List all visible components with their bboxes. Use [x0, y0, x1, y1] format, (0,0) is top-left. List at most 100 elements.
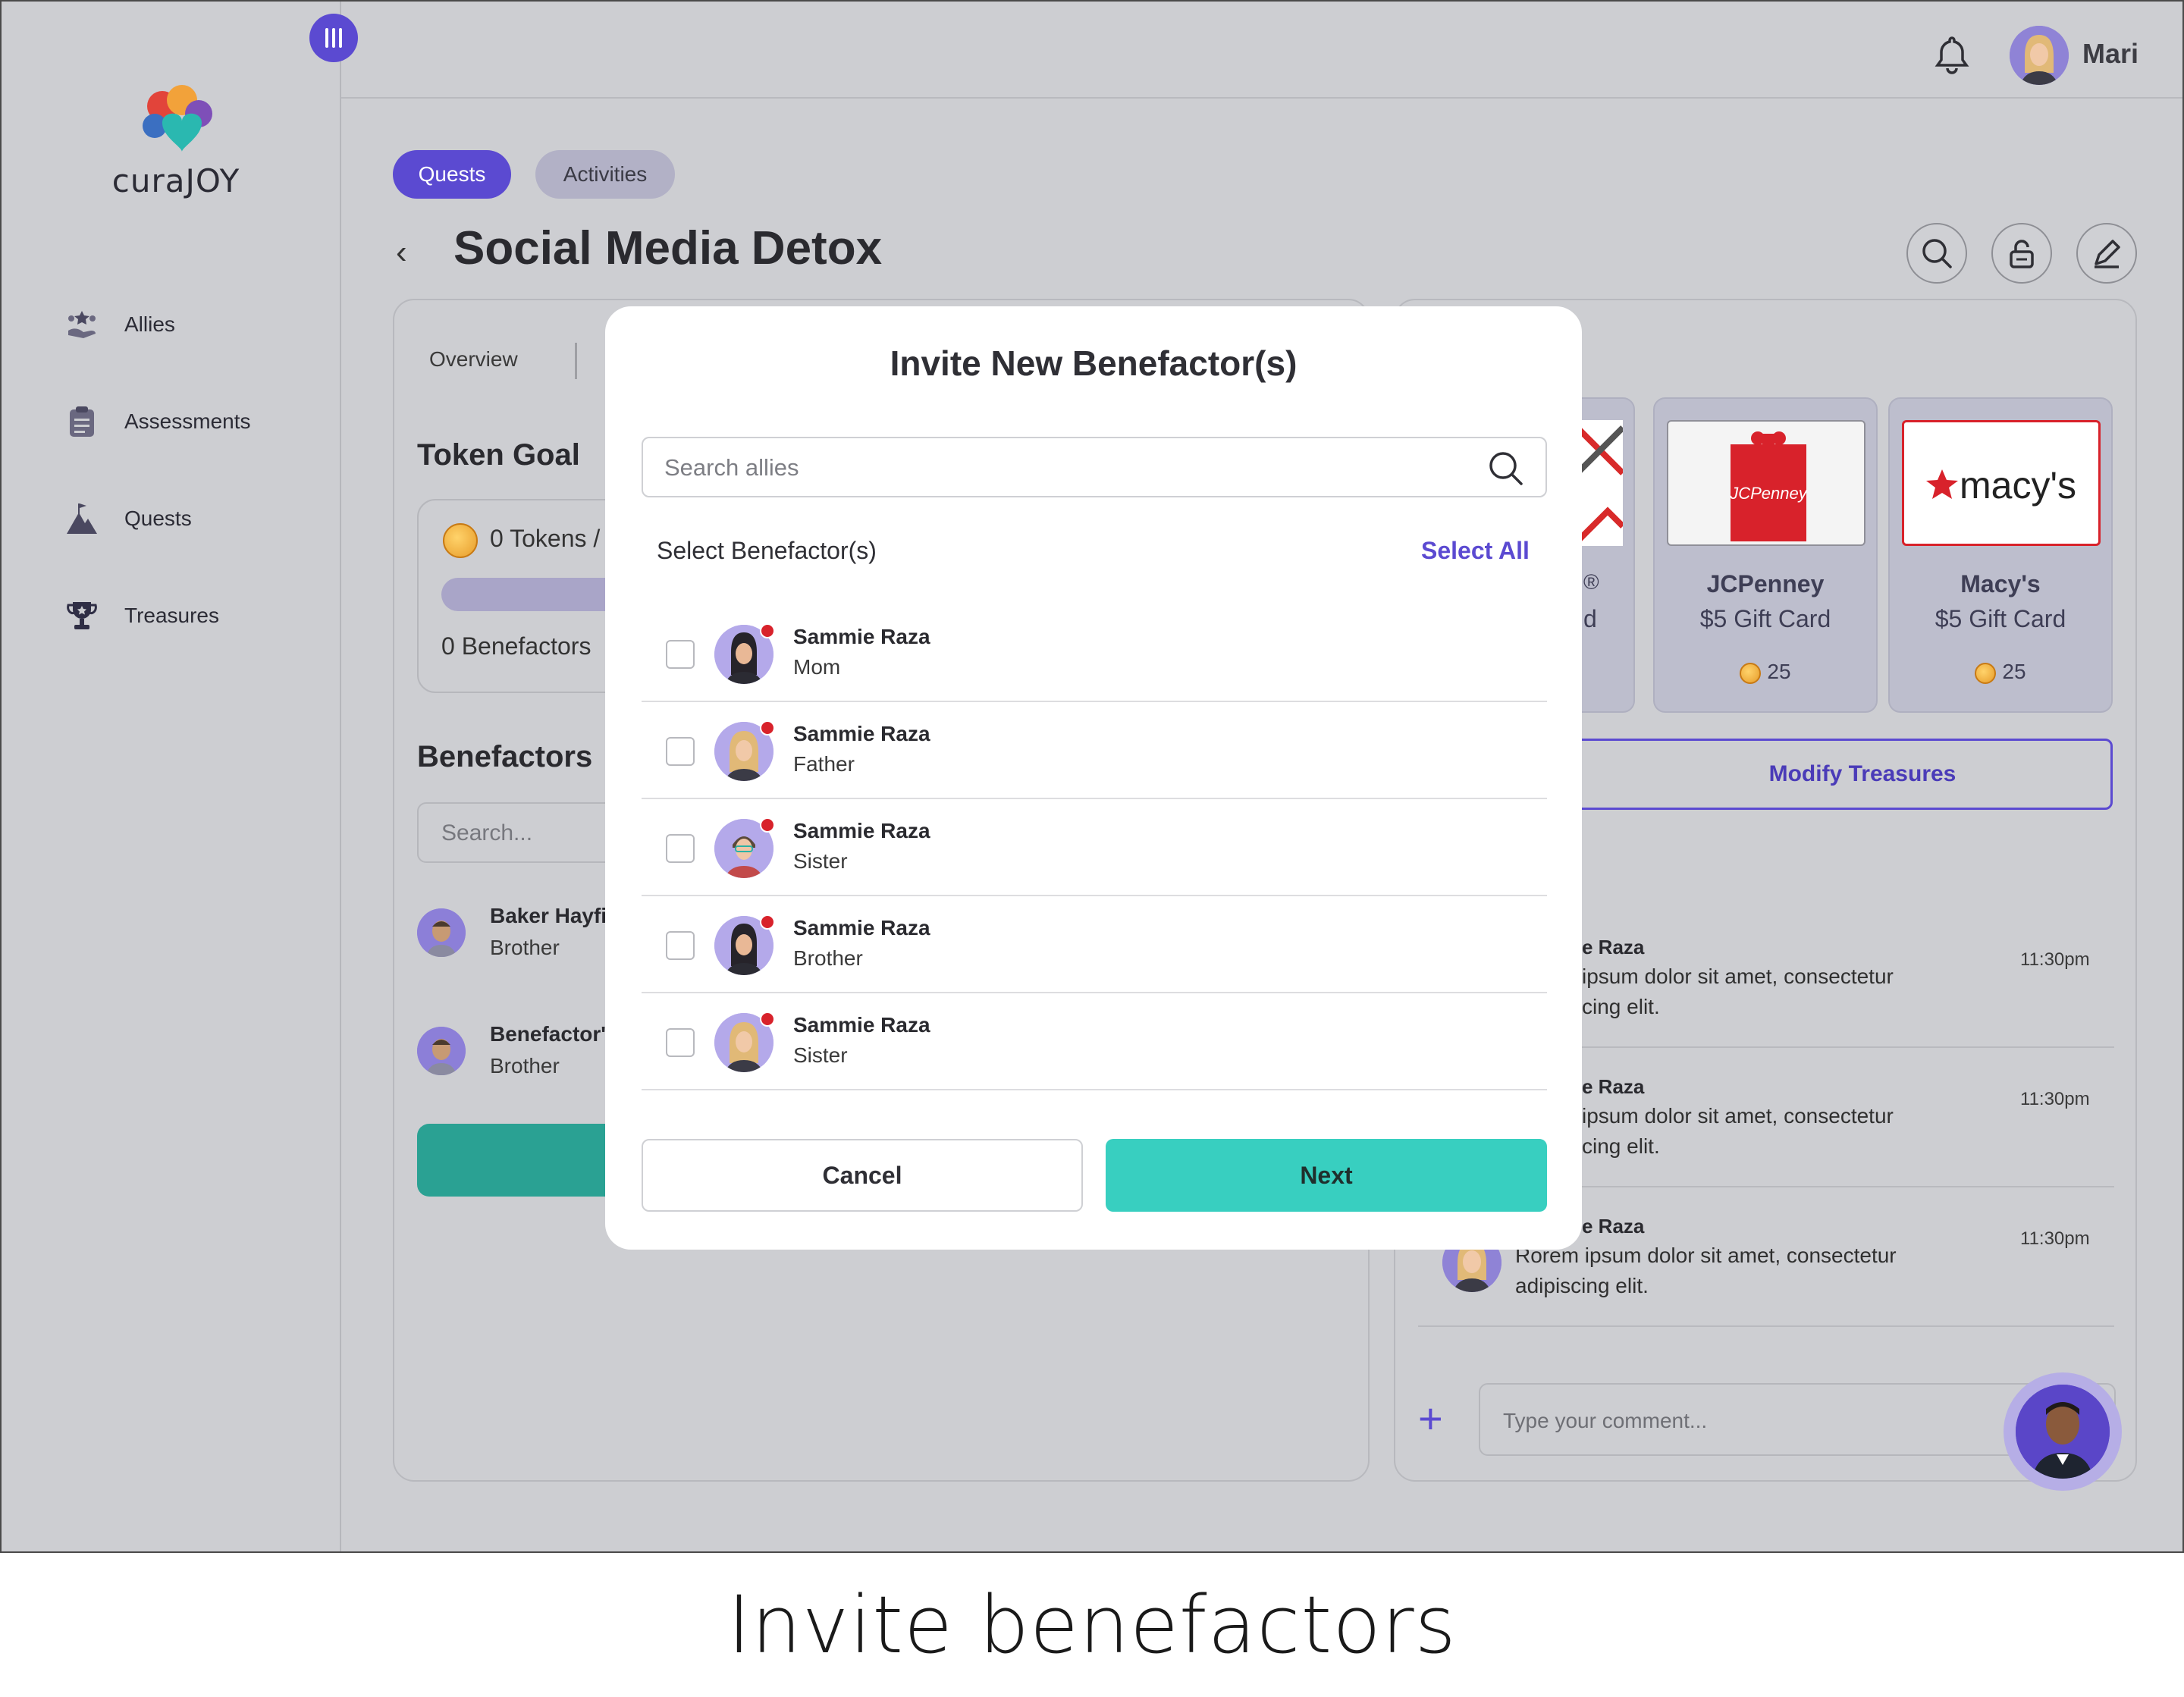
slide-caption: Invite benefactors	[727, 1579, 1457, 1671]
ally-name: Sammie Raza	[793, 722, 930, 745]
ally-list-item[interactable]: Sammie Raza Sister	[642, 799, 1547, 896]
ally-list-item[interactable]: Sammie Raza Mom	[642, 605, 1547, 702]
comment-body: ipsum dolor sit amet, consectetur cing el…	[1582, 961, 1894, 1022]
search-icon[interactable]	[1486, 449, 1526, 488]
search-icon	[1922, 239, 1952, 268]
search-button[interactable]	[1906, 223, 1967, 284]
ally-name: Sammie Raza	[793, 625, 930, 648]
treasure-partial-line1: ®	[1583, 570, 1599, 594]
ally-relation: Sister	[793, 849, 848, 873]
edit-button[interactable]	[2076, 223, 2137, 284]
ally-checkbox[interactable]	[666, 931, 695, 960]
comment-author: e Raza	[1582, 1075, 1645, 1098]
comment-time: 11:30pm	[2020, 949, 2090, 970]
ally-checkbox[interactable]	[666, 834, 695, 863]
notification-dot	[760, 1012, 775, 1027]
next-button[interactable]: Next	[1106, 1139, 1547, 1212]
tab-activities[interactable]: Activities	[535, 150, 675, 199]
ally-relation: Brother	[793, 946, 863, 970]
ally-list-item[interactable]: Sammie Raza Father	[642, 702, 1547, 799]
coin-icon	[1975, 662, 1997, 684]
macys-logo: macy's	[1902, 420, 2101, 546]
jcpenney-logo: JCPenney	[1667, 420, 1866, 546]
benefactor-name: Benefactor'	[490, 1022, 606, 1046]
treasure-cost: 25	[1890, 660, 2111, 684]
coin-icon	[1740, 662, 1762, 684]
user-name[interactable]: Mari	[2082, 38, 2138, 70]
ally-name: Sammie Raza	[793, 819, 930, 842]
ally-search-field[interactable]	[642, 437, 1547, 497]
ally-relation: Mom	[793, 655, 841, 679]
assistant-avatar-button[interactable]	[2004, 1372, 2122, 1491]
comment-line: Rorem ipsum dolor sit amet, consectetur	[1515, 1244, 1897, 1267]
ally-relation: Father	[793, 752, 855, 776]
sidebar: curaJOY Allies Assessments Quests Treasu…	[2, 2, 341, 1551]
back-chevron-icon[interactable]: ‹	[396, 234, 407, 271]
jcpenney-logo-text: JCPenney	[1729, 484, 1809, 503]
comment-line: cing elit.	[1582, 995, 1660, 1018]
brand-logo[interactable]: curaJOY	[93, 83, 259, 205]
comment-author: e Raza	[1582, 936, 1645, 958]
ally-name: Sammie Raza	[793, 1013, 930, 1037]
comment-body: ipsum dolor sit amet, consectetur cing el…	[1582, 1101, 1894, 1162]
menu-bars-icon	[325, 28, 342, 48]
comment-body: Rorem ipsum dolor sit amet, consectetur a…	[1515, 1241, 1897, 1301]
benefactors-heading: Benefactors	[417, 740, 593, 773]
sidebar-item-assessments[interactable]: Assessments	[65, 399, 251, 444]
ally-name: Sammie Raza	[793, 916, 930, 939]
user-avatar[interactable]	[2010, 26, 2069, 85]
unlock-button[interactable]	[1991, 223, 2052, 284]
avatar	[417, 1027, 466, 1075]
comment-line: cing elit.	[1582, 1134, 1660, 1158]
modal-title: Invite New Benefactor(s)	[890, 343, 1298, 383]
brand-logo-icon	[143, 85, 212, 152]
benefactor-relation: Brother	[490, 936, 560, 959]
ally-list-item[interactable]: Sammie Raza Brother	[642, 896, 1547, 993]
sidebar-item-label: Quests	[124, 507, 192, 530]
app-screen: curaJOY Allies Assessments Quests Treasu…	[0, 0, 2184, 1553]
subtab-overview[interactable]: Overview	[429, 347, 518, 372]
ally-checkbox[interactable]	[666, 737, 695, 766]
sidebar-item-label: Assessments	[124, 409, 251, 433]
sidebar-item-treasures[interactable]: Treasures	[65, 593, 219, 638]
tab-quests[interactable]: Quests	[393, 150, 511, 199]
select-all-link[interactable]: Select All	[1421, 537, 1530, 565]
ally-search-input[interactable]	[664, 452, 1453, 484]
select-benefactors-label: Select Benefactor(s)	[657, 537, 877, 564]
sidebar-toggle-button[interactable]	[309, 14, 358, 62]
add-attachment-icon[interactable]: +	[1418, 1394, 1443, 1443]
treasure-card-jcpenney[interactable]: JCPenney JCPenney $5 Gift Card 25	[1653, 397, 1878, 713]
pencil-icon	[2095, 240, 2120, 268]
ally-checkbox[interactable]	[666, 1028, 695, 1057]
sidebar-item-allies[interactable]: Allies	[65, 302, 175, 347]
treasure-partial-line2: d	[1583, 605, 1597, 632]
treasure-name: JCPenney	[1706, 570, 1825, 598]
comment-time: 11:30pm	[2020, 1228, 2090, 1249]
comment-divider	[1418, 1325, 2114, 1327]
comment-author: e Raza	[1582, 1215, 1645, 1237]
comment-line: ipsum dolor sit amet, consectetur	[1582, 1104, 1894, 1128]
macys-logo-text: macy's	[1960, 464, 2076, 507]
notification-dot	[760, 623, 775, 638]
treasure-card-macys[interactable]: macy's Macy's $5 Gift Card 25	[1888, 397, 2113, 713]
token-count: 0 Tokens /	[490, 525, 601, 552]
treasure-name: Macy's	[1960, 570, 2041, 598]
treasure-cost: 25	[1655, 660, 1876, 684]
ally-checkbox[interactable]	[666, 640, 695, 669]
sidebar-item-label: Allies	[124, 312, 175, 336]
unlock-icon	[2010, 240, 2034, 268]
sidebar-item-quests[interactable]: Quests	[65, 496, 192, 541]
treasure-cost-value: 25	[1767, 660, 1791, 683]
ally-list-item[interactable]: Sammie Raza Sister	[642, 993, 1547, 1090]
page-title: Social Media Detox	[453, 222, 883, 274]
avatar	[417, 908, 466, 957]
sidebar-item-label: Treasures	[124, 604, 220, 627]
brand-wordmark: curaJOY	[111, 162, 240, 199]
benefactor-name: Baker Hayfi	[490, 904, 607, 927]
bell-icon[interactable]	[1934, 35, 1970, 74]
benefactor-count: 0 Benefactors	[441, 632, 592, 660]
allies-icon	[65, 308, 99, 341]
cancel-button[interactable]: Cancel	[642, 1139, 1083, 1212]
treasure-subtitle: $5 Gift Card	[1699, 605, 1831, 632]
trophy-icon	[65, 599, 99, 632]
